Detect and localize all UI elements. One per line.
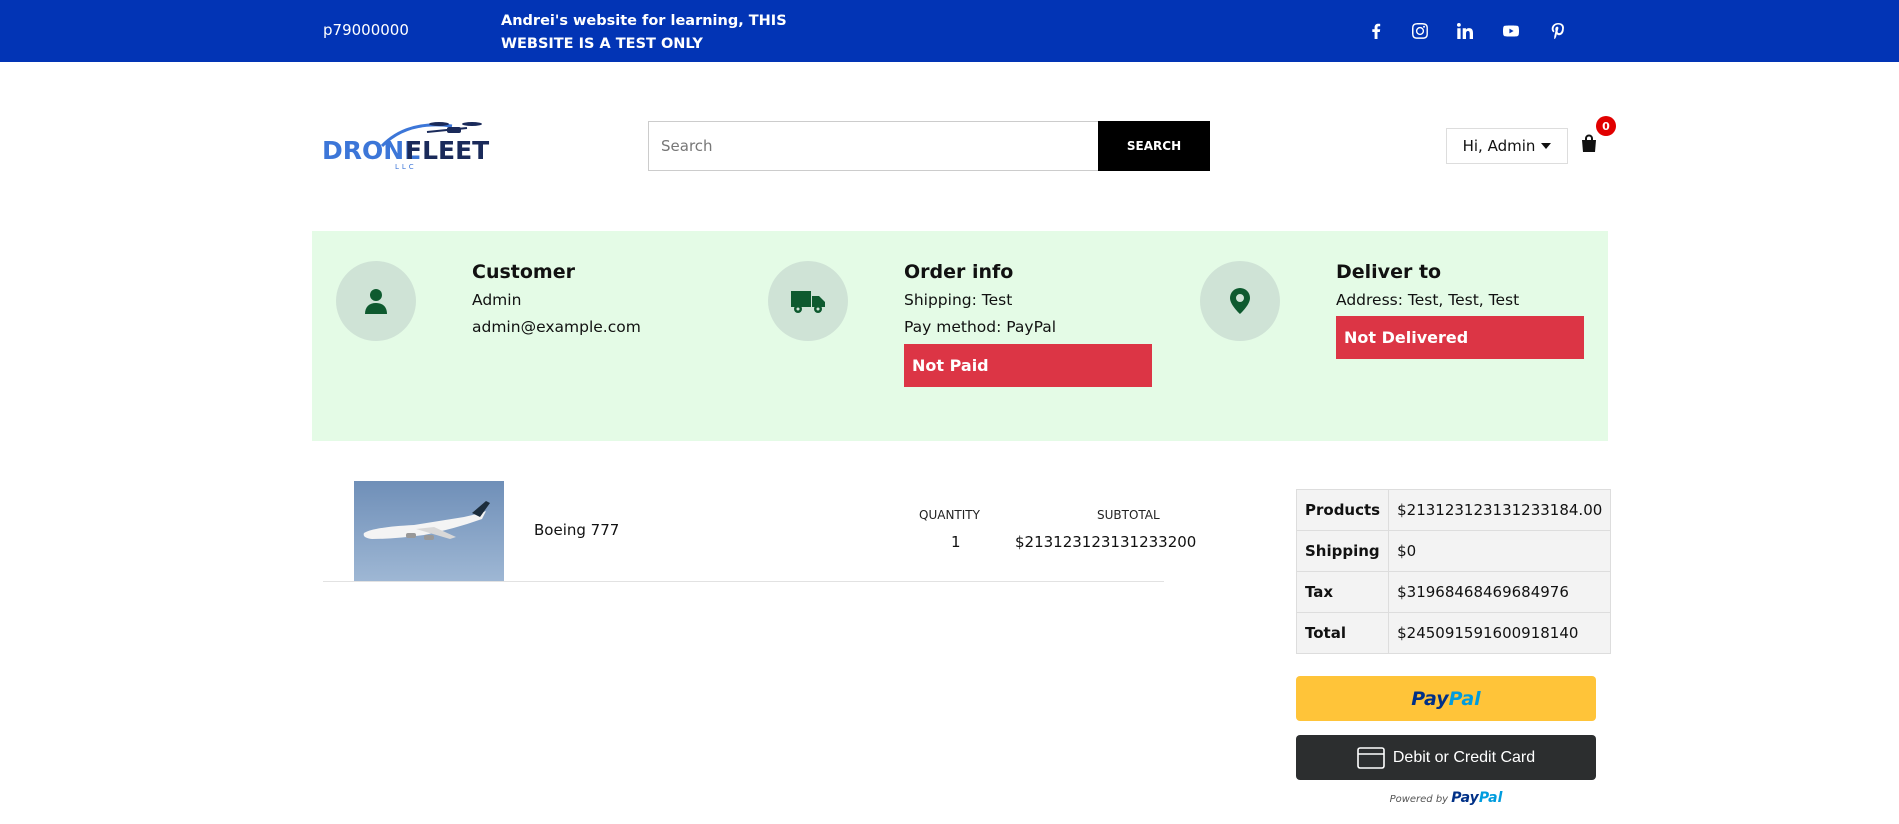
totals-label: Products <box>1295 489 1390 531</box>
paypal-button[interactable]: Pay Pal <box>1296 676 1596 721</box>
item-divider <box>323 581 1164 582</box>
credit-card-icon <box>1357 746 1385 769</box>
customer-name: Admin <box>472 291 522 309</box>
deliver-to-title: Deliver to <box>1336 261 1442 283</box>
logo-word-fleet: FLEET <box>405 136 490 165</box>
user-greeting: Hi, Admin <box>1462 137 1536 155</box>
totals-row-products: Products $213123123131233184.00 <box>1295 489 1612 531</box>
payment-status-alert: Not Paid <box>904 344 1152 387</box>
shopping-bag-icon[interactable] <box>1581 134 1597 152</box>
totals-label: Total <box>1295 612 1390 654</box>
totals-value: $0 <box>1388 530 1612 572</box>
powered-paypal-pal: Pal <box>1478 790 1503 806</box>
facebook-icon[interactable] <box>1365 20 1387 42</box>
product-image <box>354 481 504 581</box>
map-pin-icon <box>1200 261 1280 341</box>
customer-email[interactable]: admin@example.com <box>472 318 641 336</box>
subtotal-header: SUBTOTAL <box>1097 508 1160 522</box>
shipping-method: Shipping: Test <box>904 291 1013 309</box>
truck-icon <box>768 261 848 341</box>
totals-label: Tax <box>1295 571 1390 613</box>
user-icon <box>336 261 416 341</box>
order-totals-table: Products $213123123131233184.00 Shipping… <box>1295 489 1612 654</box>
powered-by-text: Powered by <box>1389 794 1449 805</box>
quantity-value: 1 <box>951 533 961 551</box>
quantity-header: QUANTITY <box>919 508 980 522</box>
totals-row-total: Total $245091591600918140 <box>1295 612 1612 654</box>
phone-number: p79000000 <box>323 21 409 39</box>
paypal-logo-pay: Pay <box>1411 687 1449 710</box>
paypal-logo-pal: Pal <box>1448 687 1481 710</box>
pinterest-icon[interactable] <box>1547 20 1569 42</box>
user-dropdown[interactable]: Hi, Admin <box>1446 128 1568 164</box>
totals-value: $213123123131233184.00 <box>1388 489 1612 531</box>
search-input[interactable] <box>648 121 1098 171</box>
powered-by-paypal: Powered by PayPal <box>1296 790 1596 806</box>
pay-method: Pay method: PayPal <box>904 318 1057 336</box>
totals-label: Shipping <box>1295 530 1390 572</box>
cart-count-badge: 0 <box>1596 116 1616 136</box>
drone-fleet-logo[interactable]: DRONE FLEET LLC <box>322 118 492 178</box>
card-button-label: Debit or Credit Card <box>1392 748 1536 766</box>
delivery-status-alert: Not Delivered <box>1336 316 1584 359</box>
debit-credit-card-button[interactable]: Debit or Credit Card <box>1296 735 1596 780</box>
product-name[interactable]: Boeing 777 <box>534 521 619 539</box>
caret-down-icon <box>1541 143 1552 149</box>
totals-value: $31968468469684976 <box>1388 571 1612 613</box>
logo-subtitle: LLC <box>395 163 417 171</box>
totals-value: $245091591600918140 <box>1388 612 1612 654</box>
search-button[interactable]: SEARCH <box>1098 121 1210 171</box>
customer-title: Customer <box>472 261 575 283</box>
youtube-icon[interactable] <box>1500 20 1522 42</box>
linkedin-icon[interactable] <box>1454 20 1476 42</box>
delivery-address: Address: Test, Test, Test <box>1336 291 1520 309</box>
instagram-icon[interactable] <box>1409 20 1431 42</box>
powered-paypal-pay: Pay <box>1451 790 1479 806</box>
subtotal-value: $213123123131233200 <box>1015 533 1197 551</box>
top-bar: p79000000 Andrei's website for learning,… <box>0 0 1899 62</box>
order-info-title: Order info <box>904 261 1014 283</box>
order-info-panel: Customer Admin admin@example.com Order i… <box>312 231 1608 441</box>
totals-row-shipping: Shipping $0 <box>1295 530 1612 572</box>
totals-row-tax: Tax $31968468469684976 <box>1295 571 1612 613</box>
site-notice: Andrei's website for learning, THIS WEBS… <box>501 13 787 52</box>
